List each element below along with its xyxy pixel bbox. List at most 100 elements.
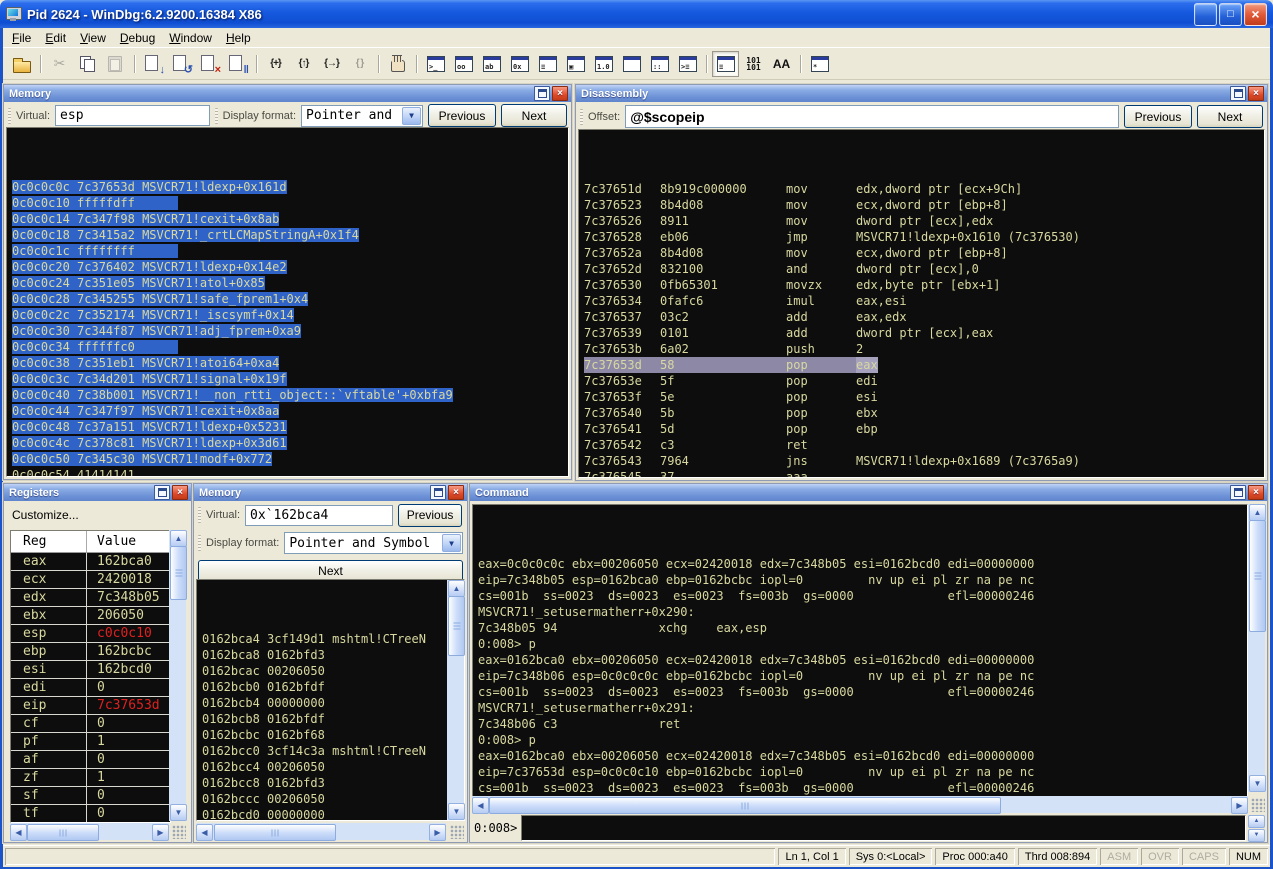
- disassembly-row[interactable]: 7c3765340fafc6imuleax,esi: [584, 293, 1264, 309]
- register-row[interactable]: ebp162bcbc: [11, 643, 170, 661]
- disassembly-row[interactable]: 7c37651d8b919c000000movedx,dword ptr [ec…: [584, 181, 1264, 197]
- memory-row[interactable]: 0c0c0c28 7c345255 MSVCR71!safe_fprem1+0x…: [12, 291, 568, 307]
- menu-view[interactable]: View: [73, 29, 113, 47]
- scratch-pad-icon[interactable]: [618, 51, 645, 77]
- disassembly-pane-titlebar[interactable]: Disassembly ×: [576, 85, 1267, 102]
- scroll-down-icon[interactable]: ▼: [448, 803, 465, 820]
- memory-row[interactable]: 0c0c0c3c 7c34d201 MSVCR71!signal+0x19f: [12, 371, 568, 387]
- scrollbar-thumb[interactable]: [27, 824, 99, 841]
- next-button[interactable]: Next: [1197, 105, 1263, 128]
- memory-row[interactable]: 0c0c0c14 7c347f98 MSVCR71!cexit+0x8ab: [12, 211, 568, 227]
- copy-icon[interactable]: [74, 51, 101, 77]
- close-icon[interactable]: ×: [1248, 86, 1264, 101]
- menu-debug[interactable]: Debug: [113, 29, 162, 47]
- go-icon[interactable]: ↓: [140, 51, 167, 77]
- disassembly-row[interactable]: 7c3765268911movdword ptr [ecx],edx: [584, 213, 1264, 229]
- disassembly-row[interactable]: 7c37653e5fpopedi: [584, 373, 1264, 389]
- step-out-icon[interactable]: {→}: [318, 51, 345, 77]
- register-row[interactable]: af0: [11, 751, 170, 769]
- memory-row[interactable]: 0162bcb0 0162bfdf: [202, 679, 464, 695]
- memory-row[interactable]: 0c0c0c54 41414141: [12, 467, 568, 477]
- register-row[interactable]: edi0: [11, 679, 170, 697]
- memory-row[interactable]: 0162bca8 0162bfd3: [202, 647, 464, 663]
- paste-icon[interactable]: [102, 51, 129, 77]
- close-icon[interactable]: ×: [552, 86, 568, 101]
- memory-row[interactable]: 0162bca4 3cf149d1 mshtml!CTreeN: [202, 631, 464, 647]
- horizontal-scrollbar[interactable]: ◀ ▶: [472, 796, 1248, 813]
- register-row[interactable]: tf0: [11, 805, 170, 823]
- dock-icon[interactable]: [430, 485, 446, 500]
- register-row[interactable]: edx7c348b05: [11, 589, 170, 607]
- register-row[interactable]: ecx2420018: [11, 571, 170, 589]
- previous-button[interactable]: Previous: [428, 104, 496, 127]
- display-format-select[interactable]: Pointer and Symbol▼: [284, 532, 463, 554]
- menu-edit[interactable]: Edit: [38, 29, 73, 47]
- memory-row[interactable]: 0c0c0c48 7c37a151 MSVCR71!ldexp+0x5231: [12, 419, 568, 435]
- resize-grip[interactable]: [172, 825, 186, 839]
- menu-file[interactable]: File: [5, 29, 38, 47]
- scroll-right-icon[interactable]: ▶: [429, 824, 446, 841]
- command-output[interactable]: eax=0c0c0c0c ebx=00206050 ecx=02420018 e…: [472, 504, 1248, 797]
- register-row[interactable]: ebx206050: [11, 607, 170, 625]
- call-stack-window-icon[interactable]: ▣: [562, 51, 589, 77]
- command-window-icon[interactable]: >_: [422, 51, 449, 77]
- break-icon[interactable]: ‖: [224, 51, 251, 77]
- registers-pane-titlebar[interactable]: Registers ×: [4, 484, 191, 501]
- register-row[interactable]: espc0c0c10: [11, 625, 170, 643]
- run-to-cursor-icon[interactable]: { }: [346, 51, 373, 77]
- watch-window-icon[interactable]: oo: [450, 51, 477, 77]
- memory-row[interactable]: 0c0c0c10 fffffdff: [12, 195, 568, 211]
- scrollbar-thumb[interactable]: [489, 797, 1001, 814]
- vertical-scrollbar[interactable]: ▲ ▼: [169, 530, 186, 821]
- register-row[interactable]: eax162bca0: [11, 553, 170, 571]
- vertical-scrollbar[interactable]: ▲ ▼: [447, 580, 464, 820]
- disassembly-row[interactable]: 7c37653d58popeax: [584, 357, 1264, 373]
- memory-content[interactable]: 0c0c0c0c 7c37653d MSVCR71!ldexp+0x161d0c…: [6, 127, 569, 477]
- scroll-right-icon[interactable]: ▶: [1231, 797, 1248, 814]
- disassembly-row[interactable]: 7c37654537aaa: [584, 469, 1264, 478]
- dock-icon[interactable]: [1230, 86, 1246, 101]
- memory-row[interactable]: 0c0c0c44 7c347f97 MSVCR71!cexit+0x8aa: [12, 403, 568, 419]
- memory-row[interactable]: 0162bcb8 0162bfdf: [202, 711, 464, 727]
- scrollbar-thumb[interactable]: [1249, 520, 1266, 632]
- disassembly-row[interactable]: 7c376542c3ret: [584, 437, 1264, 453]
- memory-pane-bottom-titlebar[interactable]: Memory ×: [194, 484, 467, 501]
- chevron-down-icon[interactable]: ▼: [442, 534, 461, 552]
- disassembly-window-icon[interactable]: 1.0: [590, 51, 617, 77]
- resize-grip[interactable]: [450, 825, 464, 839]
- cut-icon[interactable]: ✂: [46, 51, 73, 77]
- vertical-scrollbar[interactable]: ▲ ▼: [1248, 504, 1265, 792]
- scroll-left-icon[interactable]: ◀: [10, 824, 27, 841]
- toolbar-grip[interactable]: [215, 108, 218, 124]
- resize-grip[interactable]: [1251, 798, 1265, 812]
- memory-content[interactable]: 0162bca4 3cf149d1 mshtml!CTreeN0162bca8 …: [196, 579, 465, 821]
- disassembly-row[interactable]: 7c3765437964jnsMSVCR71!ldexp+0x1689 (7c3…: [584, 453, 1264, 469]
- close-icon[interactable]: ×: [172, 485, 188, 500]
- spin-down-icon[interactable]: ▼: [1248, 829, 1265, 842]
- register-row[interactable]: zf1: [11, 769, 170, 787]
- menu-help[interactable]: Help: [219, 29, 258, 47]
- memory-row[interactable]: 0c0c0c2c 7c352174 MSVCR71!_iscsymf+0x14: [12, 307, 568, 323]
- disassembly-row[interactable]: 7c3765390101adddword ptr [ecx],eax: [584, 325, 1264, 341]
- dock-icon[interactable]: [154, 485, 170, 500]
- scrollbar-thumb[interactable]: [214, 824, 336, 841]
- stop-debugging-icon[interactable]: ×: [196, 51, 223, 77]
- dock-icon[interactable]: [534, 86, 550, 101]
- disassembly-row[interactable]: 7c37653f5epopesi: [584, 389, 1264, 405]
- offset-input[interactable]: @$scopeip: [625, 105, 1119, 128]
- scroll-up-icon[interactable]: ▲: [170, 530, 187, 547]
- restart-icon[interactable]: ↺: [168, 51, 195, 77]
- breakpoint-hand-icon[interactable]: [384, 51, 411, 77]
- title-bar[interactable]: Pid 2624 - WinDbg:6.2.9200.16384 X86 _ □…: [0, 0, 1273, 28]
- scroll-down-icon[interactable]: ▼: [170, 804, 187, 821]
- registers-window-icon[interactable]: 0x: [506, 51, 533, 77]
- horizontal-scrollbar[interactable]: ◀ ▶: [196, 823, 446, 840]
- close-icon[interactable]: ×: [1248, 485, 1264, 500]
- disassembly-row[interactable]: 7c37653703c2addeax,edx: [584, 309, 1264, 325]
- toolbar-grip[interactable]: [198, 507, 201, 523]
- step-over-icon[interactable]: {↑}: [290, 51, 317, 77]
- memory-row[interactable]: 0c0c0c18 7c3415a2 MSVCR71!_crtLCMapStrin…: [12, 227, 568, 243]
- chevron-down-icon[interactable]: ▼: [402, 107, 421, 125]
- customize-button[interactable]: Customize...: [6, 502, 189, 528]
- memory-row[interactable]: 0162bcc0 3cf14c3a mshtml!CTreeN: [202, 743, 464, 759]
